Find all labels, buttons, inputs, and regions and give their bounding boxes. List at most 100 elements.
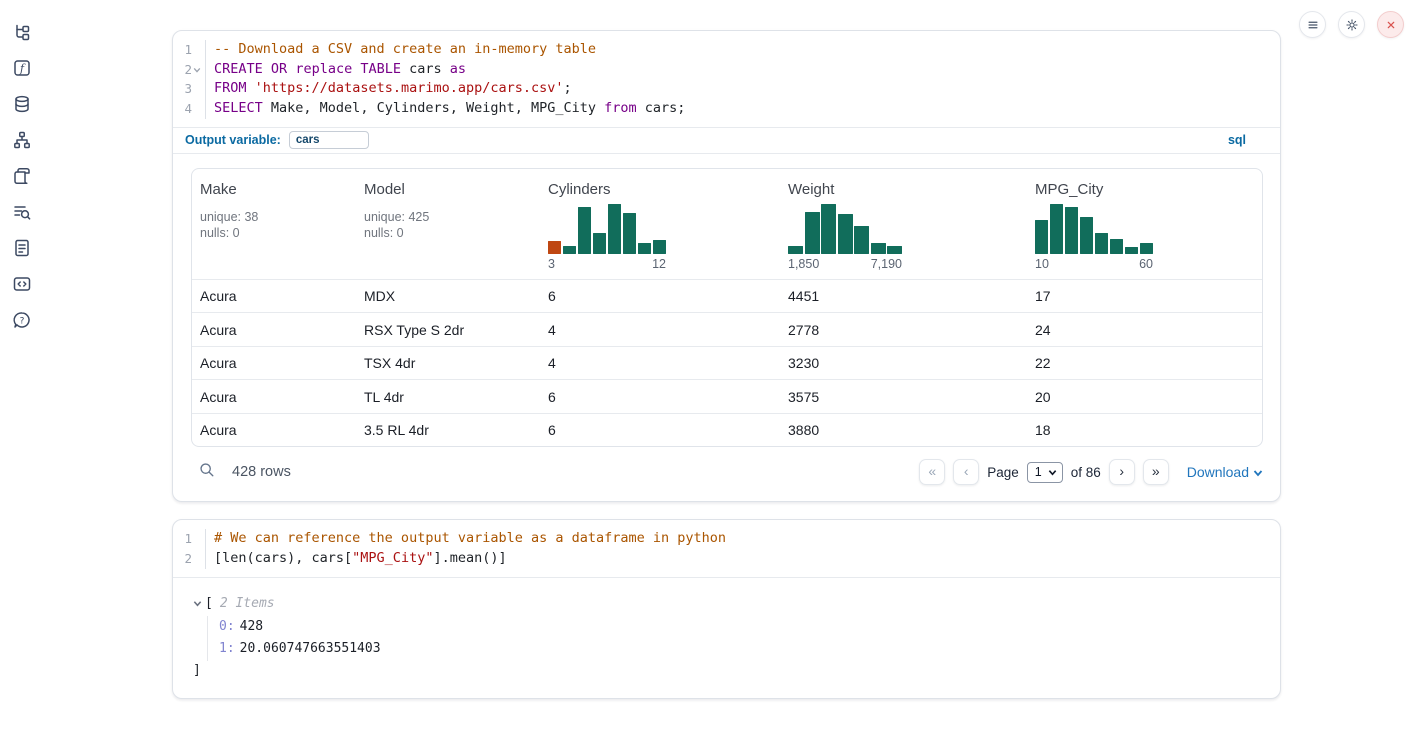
table-cell: 6 xyxy=(540,414,780,447)
histogram-bar xyxy=(653,240,666,254)
documentation-icon[interactable] xyxy=(12,238,32,258)
pagination: « ‹ Page 1 of 86 › » Download xyxy=(919,459,1263,485)
output-variable-label: Output variable: xyxy=(185,133,281,147)
chevron-down-icon xyxy=(1048,468,1057,477)
python-cell-output: [2 Items0:4281:20.060747663551403] xyxy=(173,577,1280,698)
histogram-bar xyxy=(563,246,576,254)
sql-code-editor[interactable]: 1-- Download a CSV and create an in-memo… xyxy=(173,31,1280,127)
table-cell: 20 xyxy=(1027,380,1262,413)
column-header-model[interactable]: Modelunique: 425nulls: 0 xyxy=(356,169,540,279)
histogram-bar xyxy=(854,226,869,254)
variables-icon[interactable]: f xyxy=(12,58,32,78)
code-line[interactable]: 4SELECT Make, Model, Cylinders, Weight, … xyxy=(173,99,1280,119)
histogram-bar xyxy=(1065,207,1078,254)
tree-root[interactable]: [2 Items xyxy=(193,594,1262,614)
table-cell: 4 xyxy=(540,313,780,346)
table-cell: 3880 xyxy=(780,414,1027,447)
download-button[interactable]: Download xyxy=(1187,464,1263,480)
code-text: -- Download a CSV and create an in-memor… xyxy=(206,40,596,60)
histogram-bar xyxy=(1110,239,1123,254)
fold-chevron-icon[interactable] xyxy=(192,64,202,76)
histogram-bar xyxy=(805,212,820,254)
code-text: [len(cars), cars["MPG_City"].mean()] xyxy=(206,549,507,569)
output-variable-input[interactable] xyxy=(289,131,369,149)
table-cell: 24 xyxy=(1027,313,1262,346)
histogram-axis-labels: 1,8507,190 xyxy=(788,257,902,271)
histogram-bar xyxy=(593,233,606,254)
histogram-bar xyxy=(1125,247,1138,254)
settings-button[interactable] xyxy=(1338,11,1365,38)
first-page-button[interactable]: « xyxy=(919,459,945,485)
table-cell: TL 4dr xyxy=(356,380,540,413)
column-header-weight[interactable]: Weight1,8507,190 xyxy=(780,169,1027,279)
page-select[interactable]: 1 xyxy=(1027,462,1063,483)
column-header-mpg_city[interactable]: MPG_City1060 xyxy=(1027,169,1262,279)
language-label[interactable]: sql xyxy=(1228,133,1246,147)
column-header-cylinders[interactable]: Cylinders 312 xyxy=(540,169,780,279)
search-icon[interactable] xyxy=(199,462,215,483)
column-histogram[interactable]: 1060 xyxy=(1035,204,1153,271)
code-text: FROM 'https://datasets.marimo.app/cars.c… xyxy=(206,79,572,99)
histogram-bar xyxy=(838,214,853,254)
line-number-gutter: 4 xyxy=(173,99,206,119)
column-histogram[interactable]: 312 xyxy=(548,204,666,271)
dependency-graph-icon[interactable] xyxy=(12,130,32,150)
code-line[interactable]: 2CREATE OR replace TABLE cars as xyxy=(173,60,1280,80)
table-cell: 3575 xyxy=(780,380,1027,413)
column-header-make[interactable]: Make unique: 38nulls: 0 xyxy=(192,169,356,279)
fold-slot xyxy=(192,553,202,565)
table-cell: 4451 xyxy=(780,280,1027,313)
python-cell: 1# We can reference the output variable … xyxy=(172,519,1281,698)
shutdown-button[interactable] xyxy=(1377,11,1404,38)
table-cell: MDX xyxy=(356,280,540,313)
table-row[interactable]: AcuraTL 4dr6357520 xyxy=(192,379,1262,413)
table-cell: 22 xyxy=(1027,347,1262,380)
table-header-row: Make unique: 38nulls: 0Modelunique: 425nu… xyxy=(192,169,1262,279)
last-page-button[interactable]: » xyxy=(1143,459,1169,485)
table-row[interactable]: AcuraRSX Type S 2dr4277824 xyxy=(192,312,1262,346)
row-count-label: 428 rows xyxy=(232,464,291,480)
prev-page-button[interactable]: ‹ xyxy=(953,459,979,485)
notebook-actions xyxy=(1299,11,1404,38)
scratchpad-icon[interactable] xyxy=(12,166,32,186)
page-select-value: 1 xyxy=(1035,465,1042,479)
column-name: Cylinders xyxy=(548,181,772,198)
tree-key: 0: xyxy=(219,619,235,634)
table-cell: Acura xyxy=(192,347,356,380)
table-row[interactable]: Acura3.5 RL 4dr6388018 xyxy=(192,413,1262,447)
snippets-icon[interactable] xyxy=(12,274,32,294)
logs-icon[interactable] xyxy=(12,202,32,222)
table-row[interactable]: AcuraMDX6445117 xyxy=(192,279,1262,313)
open-bracket: [ xyxy=(205,594,213,614)
histogram-bar xyxy=(1050,204,1063,254)
code-text: CREATE OR replace TABLE cars as xyxy=(206,60,466,80)
download-label: Download xyxy=(1187,464,1249,480)
histogram-bar xyxy=(623,213,636,254)
file-tree-icon[interactable] xyxy=(12,22,32,42)
histogram-bar xyxy=(887,246,902,254)
histogram-bar xyxy=(821,204,836,254)
next-page-button[interactable]: › xyxy=(1109,459,1135,485)
table-footer: 428 rows « ‹ Page 1 of 86 › » Download xyxy=(191,455,1263,489)
column-name: Make xyxy=(200,181,348,198)
code-line[interactable]: 1# We can reference the output variable … xyxy=(173,529,1280,549)
code-line[interactable]: 3FROM 'https://datasets.marimo.app/cars.… xyxy=(173,79,1280,99)
help-icon[interactable]: ? xyxy=(12,310,32,330)
table-cell: 4 xyxy=(540,347,780,380)
menu-button[interactable] xyxy=(1299,11,1326,38)
histogram-bar xyxy=(1095,233,1108,254)
column-stats: unique: 425nulls: 0 xyxy=(364,209,532,242)
column-stats: unique: 38nulls: 0 xyxy=(200,209,348,242)
table-cell: RSX Type S 2dr xyxy=(356,313,540,346)
datasources-icon[interactable] xyxy=(12,94,32,114)
table-cell: Acura xyxy=(192,280,356,313)
table-row[interactable]: AcuraTSX 4dr4323022 xyxy=(192,346,1262,380)
histogram-axis-labels: 1060 xyxy=(1035,257,1153,271)
code-line[interactable]: 2[len(cars), cars["MPG_City"].mean()] xyxy=(173,549,1280,569)
column-histogram[interactable]: 1,8507,190 xyxy=(788,204,902,271)
code-line[interactable]: 1-- Download a CSV and create an in-memo… xyxy=(173,40,1280,60)
python-code-editor[interactable]: 1# We can reference the output variable … xyxy=(173,520,1280,576)
fold-slot xyxy=(192,44,202,56)
collapse-chevron-icon[interactable] xyxy=(193,599,202,608)
table-cell: 3230 xyxy=(780,347,1027,380)
